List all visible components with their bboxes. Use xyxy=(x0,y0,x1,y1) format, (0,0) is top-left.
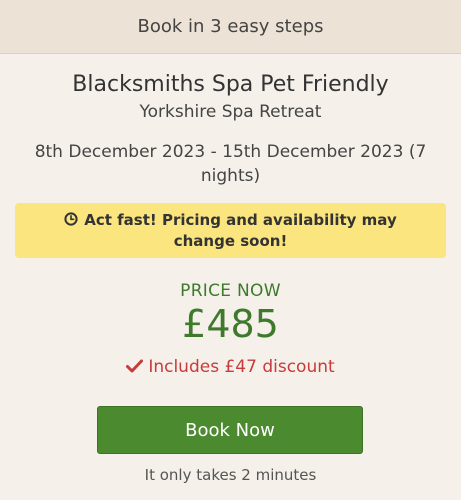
checkmark-icon xyxy=(126,358,144,373)
discount-text: Includes £47 discount xyxy=(148,357,335,377)
booking-time-note: It only takes 2 minutes xyxy=(144,466,317,484)
booking-steps-header: Book in 3 easy steps xyxy=(0,0,461,54)
clock-icon xyxy=(64,211,78,226)
hotel-name: Blacksmiths Spa Pet Friendly xyxy=(72,72,389,97)
book-now-button[interactable]: Book Now xyxy=(97,406,363,454)
urgency-alert: Act fast! Pricing and availability may c… xyxy=(15,203,446,258)
price-label: PRICE NOW xyxy=(180,281,281,301)
header-title: Book in 3 easy steps xyxy=(137,16,324,37)
stay-dates: 8th December 2023 - 15th December 2023 (… xyxy=(34,142,427,186)
alert-text: Act fast! Pricing and availability may c… xyxy=(84,210,397,250)
alert-content: Act fast! Pricing and availability may c… xyxy=(43,210,418,252)
hotel-location: Yorkshire Spa Retreat xyxy=(139,102,322,122)
discount-note: Includes £47 discount xyxy=(0,357,461,377)
price-amount: £485 xyxy=(182,302,279,346)
